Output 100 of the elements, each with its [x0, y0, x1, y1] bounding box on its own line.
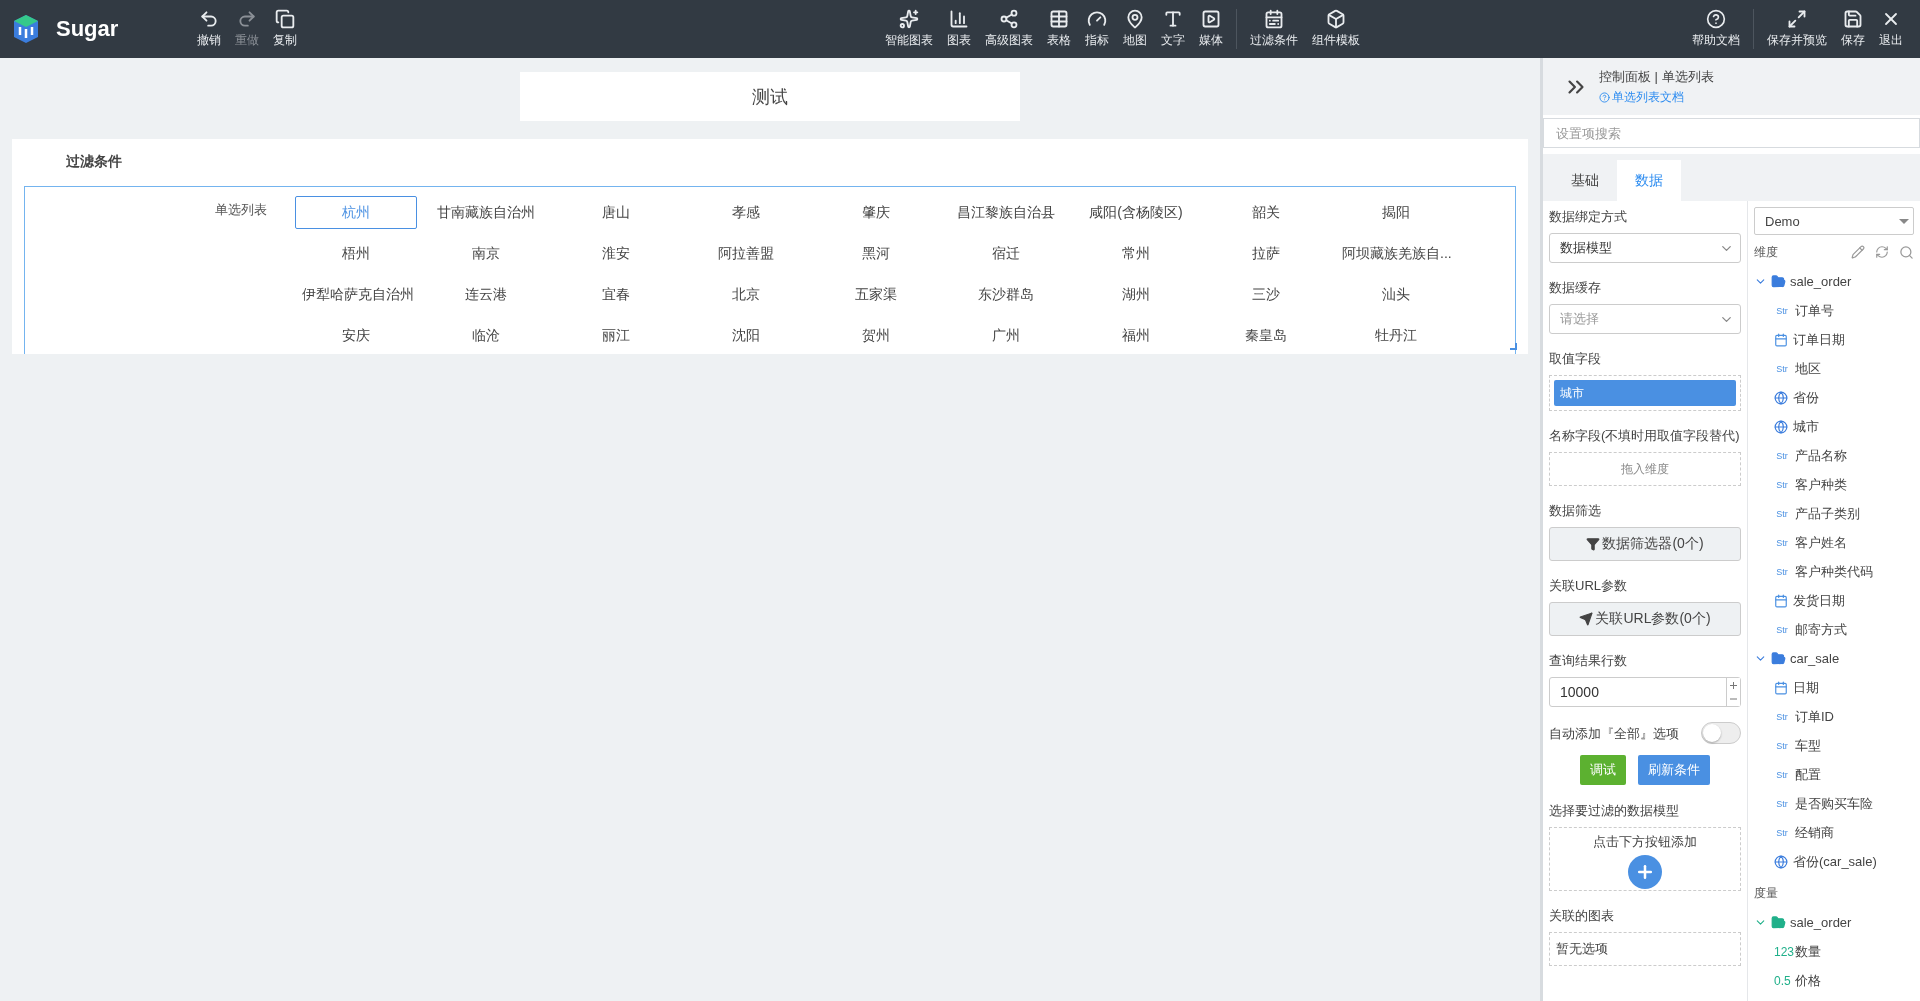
- save-button[interactable]: 保存: [1834, 9, 1872, 49]
- help-icon: [1599, 91, 1610, 103]
- field-item[interactable]: 省份: [1793, 388, 1819, 407]
- select-field[interactable]: 数据模型: [1549, 233, 1741, 263]
- expand-icon: [1787, 9, 1807, 29]
- field-item[interactable]: 车型: [1795, 736, 1821, 755]
- type-tag: Str: [1774, 479, 1790, 490]
- gauge-icon: [1087, 9, 1108, 29]
- number-field[interactable]: 10000: [1549, 677, 1741, 707]
- toggle-switch[interactable]: [1701, 722, 1741, 744]
- setting-label: 数据缓存: [1549, 279, 1602, 297]
- field-item[interactable]: 数量: [1795, 942, 1821, 961]
- field-item[interactable]: 邮寄方式: [1795, 620, 1847, 639]
- field-item[interactable]: 订单日期: [1793, 330, 1845, 349]
- field-item[interactable]: 产品子类别: [1795, 504, 1860, 523]
- help-icon: [1706, 9, 1726, 29]
- resize-handle[interactable]: [1510, 343, 1517, 350]
- plus-icon: [1730, 681, 1737, 689]
- field-item[interactable]: 客户种类: [1795, 475, 1847, 494]
- nodes-button[interactable]: 高级图表: [978, 9, 1041, 49]
- folder-item[interactable]: car_sale: [1754, 644, 1840, 673]
- field-item[interactable]: 客户姓名: [1795, 533, 1847, 552]
- sparkle-icon: [899, 9, 920, 29]
- setting-label: 名称字段(不填时用取值字段替代): [1549, 427, 1741, 445]
- bar-chart-button[interactable]: 图表: [940, 9, 979, 49]
- table-button[interactable]: 表格: [1040, 9, 1079, 49]
- field-item[interactable]: 订单ID: [1795, 707, 1834, 726]
- type-tag: Str: [1774, 508, 1790, 519]
- gauge-button[interactable]: 指标: [1078, 9, 1117, 49]
- text-icon: [1163, 9, 1184, 29]
- save-icon: [1843, 9, 1863, 29]
- send-icon: [1579, 612, 1594, 626]
- calendar-grid-button[interactable]: 过滤条件: [1243, 9, 1306, 49]
- sparkle-button[interactable]: 智能图表: [878, 9, 941, 49]
- field-item[interactable]: 日期: [1793, 678, 1819, 697]
- url-params-button[interactable]: 关联URL参数(0个): [1549, 602, 1741, 636]
- field-item[interactable]: 是否购买车险: [1795, 794, 1873, 813]
- section-title: 维度: [1754, 244, 1778, 261]
- search-field[interactable]: 设置项搜索: [1543, 118, 1920, 148]
- setting-label: 关联的图表: [1549, 907, 1615, 925]
- type-tag: Str: [1774, 711, 1790, 722]
- folder-icon: [1771, 915, 1786, 930]
- type-tag: Str: [1774, 450, 1790, 461]
- field-item[interactable]: 省份(car_sale): [1793, 852, 1877, 871]
- panel-tab[interactable]: 基础: [1553, 160, 1617, 201]
- setting-label: 关联URL参数: [1549, 577, 1628, 595]
- field-item[interactable]: 产品名称: [1795, 446, 1847, 465]
- calendar-icon: [1774, 332, 1788, 347]
- filter-card: 过滤条件 单选列表 杭州 甘南藏族自治州 唐山 孝感 肇庆 昌江黎族自治县 咸阳(含杨陵区) 韶关 揭阳 梧州 南京 淮安 阿拉善盟 黑河 宿迁 常州 拉萨 阿坝藏族羌族自... 伊犁哈萨克自治州 连云港 宜春 北京 五家渠 东沙群岛 湖州 三沙 汕头 安庆 临沧 丽江 沈阳 贺州 广州 福州 秦皇岛 牡丹江: [12, 139, 1528, 354]
- hint-text: 点击下方按钮添加: [1593, 833, 1697, 851]
- undo-button[interactable]: 撤销: [190, 9, 228, 49]
- folder-item[interactable]: sale_order: [1754, 267, 1852, 296]
- cube-button[interactable]: 组件模板: [1305, 9, 1368, 49]
- type-tag: Str: [1774, 305, 1790, 316]
- play-icon: [1201, 9, 1222, 29]
- nodes-icon: [999, 9, 1020, 29]
- copy-button[interactable]: 复制: [266, 9, 304, 49]
- panel-tab[interactable]: 数据: [1617, 160, 1681, 201]
- globe-icon: [1774, 390, 1788, 405]
- add-button[interactable]: [1628, 855, 1662, 889]
- panel-title: 控制面板 | 单选列表: [1599, 67, 1714, 86]
- field-item[interactable]: 客户种类代码: [1795, 562, 1873, 581]
- field-item[interactable]: 地区: [1795, 359, 1821, 378]
- type-tag: Str: [1774, 740, 1790, 751]
- calendar-icon: [1774, 680, 1788, 695]
- field-item[interactable]: 价格: [1795, 971, 1821, 990]
- calendar-icon: [1774, 593, 1788, 608]
- field-item[interactable]: 订单号: [1795, 301, 1834, 320]
- text-button[interactable]: 文字: [1154, 9, 1193, 49]
- dataset-select[interactable]: Demo: [1754, 207, 1914, 235]
- refresh-icon[interactable]: [1875, 245, 1889, 259]
- type-tag: Str: [1774, 363, 1790, 374]
- table-icon: [1049, 9, 1070, 29]
- folder-icon: [1771, 274, 1786, 289]
- filter-icon: [1586, 537, 1601, 551]
- folder-item[interactable]: sale_order: [1754, 908, 1852, 937]
- field-item[interactable]: 配置: [1795, 765, 1821, 784]
- field-item[interactable]: 经销商: [1795, 823, 1834, 842]
- edit-icon[interactable]: [1851, 245, 1865, 259]
- expand-button[interactable]: 保存并预览: [1760, 9, 1834, 49]
- setting-label: 取值字段: [1549, 350, 1602, 368]
- app-name: Sugar: [56, 16, 119, 42]
- field-item[interactable]: 城市: [1793, 417, 1819, 436]
- setting-label: 数据筛选: [1549, 502, 1602, 520]
- close-button[interactable]: 退出: [1872, 9, 1910, 49]
- drop-zone[interactable]: 拖入维度: [1549, 452, 1741, 486]
- section-title: 度量: [1754, 885, 1778, 902]
- type-tag: Str: [1774, 798, 1790, 809]
- filter-button[interactable]: 数据筛选器(0个): [1549, 527, 1741, 561]
- play-button[interactable]: 媒体: [1192, 9, 1231, 49]
- search-icon[interactable]: [1899, 245, 1914, 260]
- redo-icon: [237, 9, 257, 29]
- pin-button[interactable]: 地图: [1116, 9, 1155, 49]
- type-tag: Str: [1774, 624, 1790, 635]
- type-tag: 0.5: [1774, 973, 1790, 988]
- help-button[interactable]: 帮助文档: [1685, 9, 1747, 49]
- bar-chart-icon: [949, 9, 970, 29]
- field-item[interactable]: 发货日期: [1793, 591, 1845, 610]
- setting-label: 自动添加『全部』选项: [1549, 724, 1679, 743]
- setting-label: 查询结果行数: [1549, 652, 1628, 670]
